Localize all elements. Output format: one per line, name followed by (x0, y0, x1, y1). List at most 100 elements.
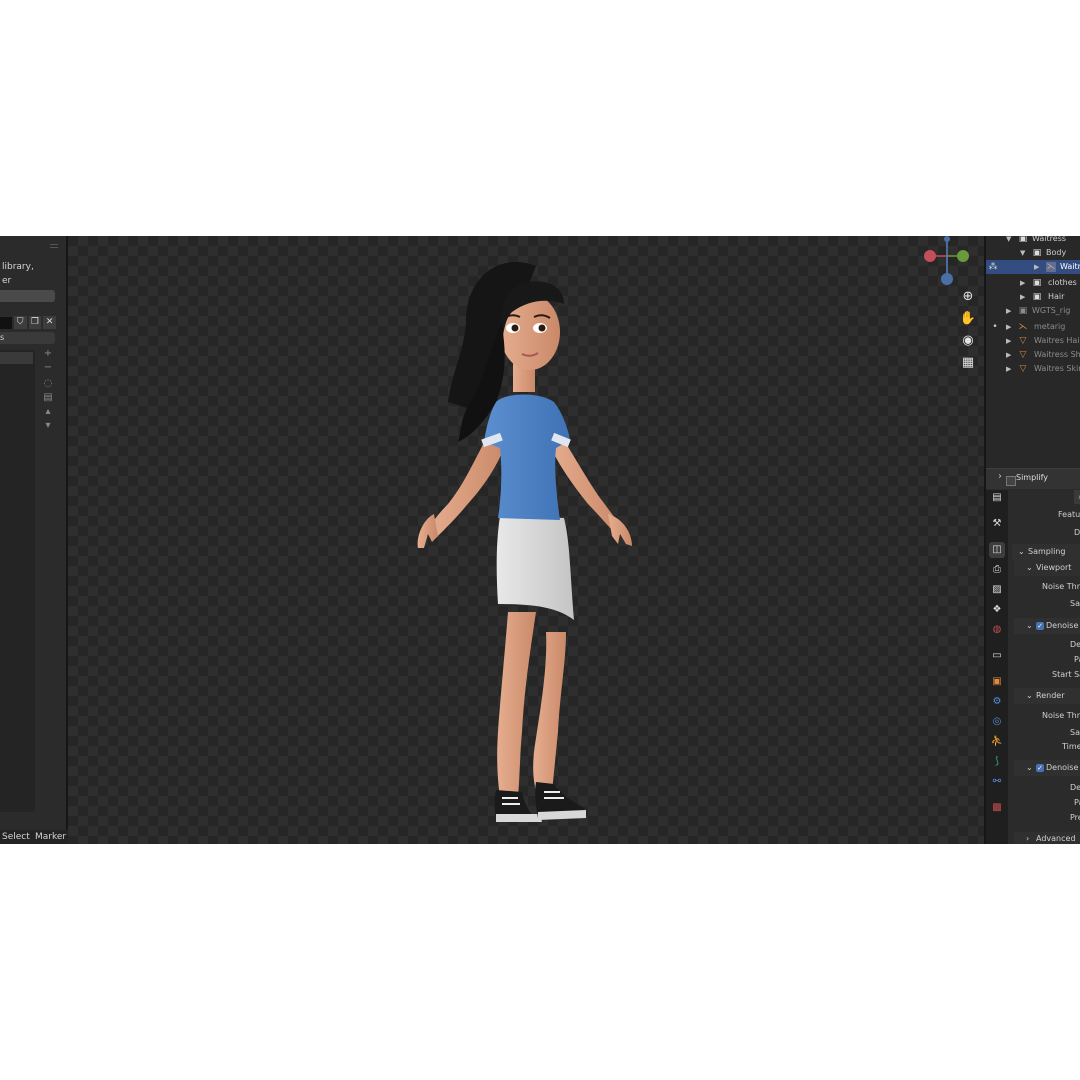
timeline-header: Select Marker (0, 830, 68, 844)
view-layer-icon[interactable]: ▨ (989, 582, 1005, 598)
noise-threshold-label: Noise Thre (1042, 582, 1080, 591)
panel-text: er (2, 276, 12, 286)
denoise-checkbox[interactable]: ✓ (1036, 622, 1044, 630)
output-icon[interactable]: ⎙ (989, 562, 1005, 578)
viewport-subpanel-header[interactable]: ⌄ Viewport (1014, 560, 1080, 576)
sampling-panel-header[interactable]: ⌄ Sampling (1012, 544, 1080, 560)
outliner-row[interactable]: ▶ ▣ WGTS_rig (986, 304, 1080, 318)
move-down-button[interactable]: ▾ (42, 420, 54, 432)
denoiser-label: Den (1070, 640, 1080, 649)
advanced-subpanel-header[interactable]: › Advanced (1014, 832, 1080, 844)
section-header[interactable]: s (0, 332, 55, 344)
outliner-row[interactable]: ▶ ▽ Waitress Shoe (986, 348, 1080, 362)
denoise-subpanel-header[interactable]: ⌄ ✓ Denoise (1014, 760, 1080, 776)
z-axis-handle (941, 273, 953, 285)
collection-icon[interactable]: ▭ (989, 648, 1005, 664)
data-icon[interactable]: ⚯ (989, 774, 1005, 790)
simplify-checkbox[interactable] (1006, 476, 1016, 486)
outliner-label: Waitress Shoe (1034, 350, 1080, 359)
select-menu[interactable]: Select (2, 830, 30, 844)
armature-icon: ⋋ (1046, 262, 1056, 272)
denoise-label: Denoise (1046, 621, 1079, 630)
render-label: Render (1036, 691, 1065, 700)
armature-icon: ⋋ (1018, 322, 1028, 332)
list-item[interactable] (0, 352, 33, 364)
outliner-row[interactable]: ▶ ▽ Waitres Hair (986, 334, 1080, 348)
expand-arrow-icon[interactable]: ▶ (1006, 304, 1011, 318)
expand-arrow-icon[interactable]: ▶ (1020, 290, 1025, 304)
start-sample-label: Start Sa (1052, 670, 1080, 679)
constraints-icon[interactable]: ⟆ (989, 754, 1005, 770)
collection-icon: ▣ (1018, 306, 1028, 316)
collection-icon: ▣ (1018, 236, 1028, 244)
world-icon[interactable]: ◍ (989, 622, 1005, 638)
expand-arrow-icon[interactable]: ▼ (1020, 246, 1025, 260)
simplify-panel-header[interactable]: › Simplify (986, 468, 1080, 489)
outliner-label: Waitress (1032, 236, 1067, 243)
denoiser-label: Den (1070, 783, 1080, 792)
expand-arrow-icon[interactable]: ▶ (1006, 320, 1011, 334)
zoom-icon[interactable]: ⊕ (958, 288, 978, 306)
navigation-gizmo[interactable] (922, 236, 972, 288)
chevron-down-icon: ⌄ (1026, 691, 1033, 700)
outliner-row[interactable]: • ▶ ⋋ metarig (986, 320, 1080, 334)
outliner-row[interactable]: ▼ ▣ Body (986, 246, 1080, 260)
collection-icon: ▣ (1032, 292, 1042, 302)
item-list[interactable] (0, 350, 35, 812)
blender-window: library, er ⛉ ❐ ✕ s + − ◌ ▤ ▴ ▾ Select M… (0, 236, 1080, 844)
sampling-label: Sampling (1028, 547, 1066, 556)
remove-item-button[interactable]: − (42, 362, 54, 374)
camera-icon[interactable]: ◉ (958, 332, 978, 350)
samples-label: Sar (1070, 728, 1080, 737)
expand-arrow-icon[interactable]: ▶ (1006, 334, 1011, 348)
grid-icon[interactable]: ▦ (958, 354, 978, 372)
expand-arrow-icon[interactable]: ▶ (1006, 362, 1011, 376)
outliner-row[interactable]: ▶ ▽ Waitres Skirt (986, 362, 1080, 376)
outliner-row-selected[interactable]: ⁂ ▶ ⋋ Waitr (986, 260, 1080, 274)
outliner-row[interactable]: ▶ ▣ clothes (986, 276, 1080, 290)
modifier-icon[interactable]: ⚙ (989, 694, 1005, 710)
render-icon[interactable]: ◫ (989, 542, 1005, 558)
expand-arrow-icon[interactable]: ▶ (1020, 276, 1025, 290)
render-subpanel-header[interactable]: ⌄ Render (1014, 688, 1080, 704)
visibility-dot-icon[interactable]: • (990, 322, 1000, 332)
close-icon[interactable]: ✕ (43, 316, 57, 329)
outliner-row[interactable]: ▶ ▣ Hair (986, 290, 1080, 304)
denoise-subpanel-header[interactable]: ⌄ ✓ Denoise (1014, 618, 1080, 634)
material-icon[interactable]: ▩ (989, 800, 1005, 816)
search-icon[interactable]: ⌕ (1074, 490, 1080, 504)
editor-type-icon[interactable]: ▤ (989, 490, 1005, 506)
samples-label: Sar (1070, 599, 1080, 608)
shield-icon[interactable]: ⛉ (13, 316, 27, 329)
outliner-row[interactable]: ▼ ▣ Waitress (986, 236, 1080, 246)
3d-viewport[interactable]: ⊕ ✋ ◉ ▦ (68, 236, 984, 844)
eyedropper-icon[interactable]: ◌ (42, 378, 54, 390)
outliner-label: WGTS_rig (1032, 306, 1071, 315)
feature-set-label: Feature (1058, 510, 1080, 519)
tool-icon[interactable]: ⚒ (989, 516, 1005, 532)
chevron-right-icon: › (998, 471, 1002, 482)
physics-icon[interactable]: ⛹ (989, 734, 1005, 750)
list-menu-icon[interactable]: ▤ (42, 392, 54, 404)
chevron-down-icon: ⌄ (1026, 563, 1033, 572)
add-item-button[interactable]: + (42, 348, 54, 360)
library-path-field[interactable] (0, 290, 55, 302)
move-up-button[interactable]: ▴ (42, 406, 54, 418)
expand-arrow-icon[interactable]: ▶ (1006, 348, 1011, 362)
datablock-row: ⛉ ❐ ✕ (0, 316, 57, 329)
datablock-color-swatch[interactable] (0, 316, 12, 329)
marker-menu[interactable]: Marker (35, 830, 66, 844)
character-model[interactable] (388, 252, 652, 822)
copy-icon[interactable]: ❐ (28, 316, 42, 329)
hand-pan-icon[interactable]: ✋ (958, 310, 978, 328)
scene-icon[interactable]: ❖ (989, 602, 1005, 618)
expand-arrow-icon[interactable]: ▶ (1034, 260, 1039, 274)
outliner-panel: ▼ ▣ Waitress ▼ ▣ Body ⁂ ▶ ⋋ Waitr ▶ ▣ cl… (984, 236, 1080, 468)
panel-drag-handle[interactable] (50, 244, 58, 248)
denoise-checkbox[interactable]: ✓ (1036, 764, 1044, 772)
asset-library-panel: library, er ⛉ ❐ ✕ s + − ◌ ▤ ▴ ▾ Select M… (0, 236, 68, 844)
mesh-icon: ▽ (1019, 364, 1027, 374)
object-icon[interactable]: ▣ (989, 674, 1005, 690)
particles-icon[interactable]: ◎ (989, 714, 1005, 730)
expand-arrow-icon[interactable]: ▼ (1006, 236, 1011, 246)
